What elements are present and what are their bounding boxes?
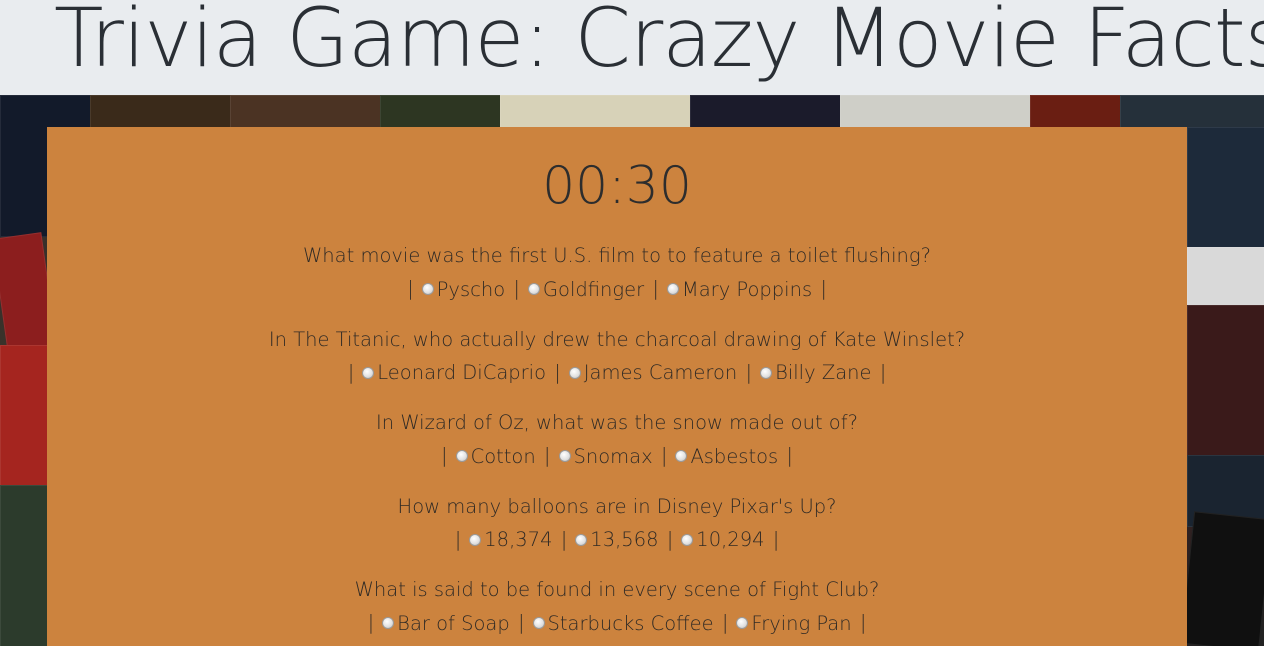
answer-label: Mary Poppins <box>681 277 813 301</box>
poster-image <box>1180 511 1264 646</box>
answer-label: Asbestos <box>690 444 779 468</box>
answer-label: Bar of Soap <box>397 611 510 635</box>
radio-button[interactable] <box>455 450 468 462</box>
page-header: Trivia Game: Crazy Movie Facts <box>0 0 1264 95</box>
radio-button[interactable] <box>736 617 749 629</box>
poster-image <box>840 95 1032 129</box>
poster-image <box>690 95 842 129</box>
radio-button[interactable] <box>362 366 375 379</box>
radio-button[interactable] <box>760 366 773 379</box>
radio-button[interactable] <box>675 450 688 462</box>
radio-button[interactable] <box>527 283 540 295</box>
radio-button[interactable] <box>558 450 571 462</box>
answer-options: | 18,374 | 13,568 | 10,294 | <box>47 523 1187 557</box>
answer-option[interactable]: Asbestos <box>669 440 778 473</box>
radio-button[interactable] <box>421 283 434 295</box>
answer-label: Billy Zane <box>775 361 872 384</box>
answer-option[interactable]: Pyscho <box>416 273 505 306</box>
answer-option[interactable]: Leonard DiCaprio <box>356 356 546 389</box>
question-item: What movie was the first U.S. film to to… <box>47 239 1187 306</box>
question-text: In Wizard of Oz, what was the snow made … <box>376 411 858 434</box>
question-text: How many balloons are in Disney Pixar's … <box>397 494 837 518</box>
answer-option[interactable]: 10,294 <box>675 523 765 556</box>
answer-option[interactable]: Mary Poppins <box>661 273 812 306</box>
answer-label: Snomax <box>573 444 653 468</box>
question-item: What is said to be found in every scene … <box>47 573 1187 640</box>
poster-image <box>1187 127 1264 249</box>
answer-label: Starbucks Coffee <box>547 611 714 635</box>
answer-label: 10,294 <box>696 528 765 551</box>
countdown-timer: 00:30 <box>542 156 692 216</box>
answer-option[interactable]: Snomax <box>553 440 653 473</box>
answer-option[interactable]: Starbucks Coffee <box>527 607 714 640</box>
answer-label: Cotton <box>470 444 536 468</box>
answer-option[interactable]: 13,568 <box>569 523 659 556</box>
answer-label: 18,374 <box>484 528 553 551</box>
answer-option[interactable]: Goldfinger <box>522 273 644 306</box>
poster-image <box>1120 95 1264 129</box>
answer-label: James Cameron <box>583 361 738 384</box>
poster-image <box>0 345 52 487</box>
trivia-panel: 00:30 What movie was the first U.S. film… <box>47 127 1187 646</box>
poster-image <box>1030 95 1122 129</box>
radio-button[interactable] <box>469 533 482 546</box>
answer-options: | Leonard DiCaprio | James Cameron | Billy … <box>47 356 1187 390</box>
answer-label: Goldfinger <box>542 277 645 301</box>
radio-button[interactable] <box>681 533 694 546</box>
answer-option[interactable]: James Cameron <box>563 356 738 389</box>
question-text: What is said to be found in every scene … <box>354 578 880 601</box>
question-item: How many balloons are in Disney Pixar's … <box>47 490 1187 557</box>
radio-button[interactable] <box>575 533 588 546</box>
answer-options: | Bar of Soap | Starbucks Coffee | Frying P… <box>47 606 1187 640</box>
poster-image <box>500 95 692 129</box>
answer-options: | Cotton | Snomax | Asbestos | <box>47 439 1187 473</box>
question-list: What movie was the first U.S. film to to… <box>47 239 1187 640</box>
poster-image <box>0 485 50 646</box>
question-item: In The Titanic, who actually drew the ch… <box>47 323 1187 390</box>
question-text: What movie was the first U.S. film to to… <box>303 244 931 267</box>
question-text: In The Titanic, who actually drew the ch… <box>268 327 966 351</box>
answer-options: | Pyscho | Goldfinger | Mary Poppins | <box>47 272 1187 306</box>
answer-label: 13,568 <box>590 528 659 551</box>
radio-button[interactable] <box>666 283 679 295</box>
radio-button[interactable] <box>568 366 581 379</box>
radio-button[interactable] <box>532 617 545 629</box>
answer-label: Frying Pan <box>751 611 852 635</box>
poster-image <box>1187 305 1264 457</box>
answer-option[interactable]: Frying Pan <box>730 607 852 640</box>
answer-label: Leonard DiCaprio <box>377 361 547 384</box>
answer-option[interactable]: 18,374 <box>463 523 553 556</box>
answer-label: Pyscho <box>436 277 506 301</box>
answer-option[interactable]: Cotton <box>450 440 536 473</box>
question-item: In Wizard of Oz, what was the snow made … <box>47 406 1187 473</box>
poster-image <box>380 95 502 129</box>
answer-option[interactable]: Bar of Soap <box>376 607 510 640</box>
poster-image <box>90 95 232 129</box>
poster-image <box>230 95 382 129</box>
page-title: Trivia Game: Crazy Movie Facts <box>54 0 1264 86</box>
radio-button[interactable] <box>382 617 395 629</box>
answer-option[interactable]: Billy Zane <box>754 356 872 389</box>
